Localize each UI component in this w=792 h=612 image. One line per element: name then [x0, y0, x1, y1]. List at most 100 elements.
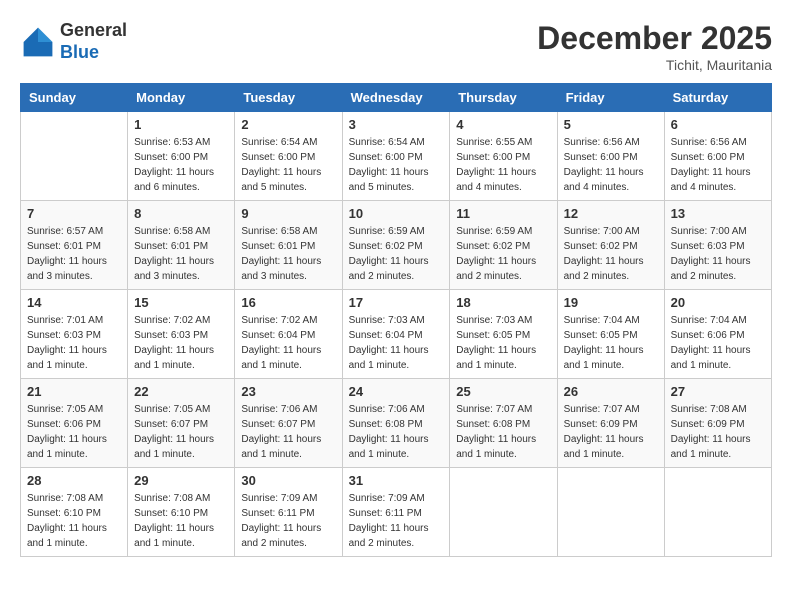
location: Tichit, Mauritania — [537, 57, 772, 73]
calendar-cell — [664, 468, 771, 557]
calendar-cell: 14 Sunrise: 7:01 AM Sunset: 6:03 PM Dayli… — [21, 290, 128, 379]
calendar-header-row: SundayMondayTuesdayWednesdayThursdayFrid… — [21, 84, 772, 112]
day-info: Sunrise: 6:58 AM Sunset: 6:01 PM Dayligh… — [134, 224, 228, 284]
title-block: December 2025 Tichit, Mauritania — [537, 20, 772, 73]
calendar-header-wednesday: Wednesday — [342, 84, 450, 112]
calendar-cell: 24 Sunrise: 7:06 AM Sunset: 6:08 PM Dayli… — [342, 379, 450, 468]
day-number: 29 — [134, 473, 228, 488]
day-info: Sunrise: 6:53 AM Sunset: 6:00 PM Dayligh… — [134, 135, 228, 195]
calendar-cell: 30 Sunrise: 7:09 AM Sunset: 6:11 PM Dayli… — [235, 468, 342, 557]
day-info: Sunrise: 6:56 AM Sunset: 6:00 PM Dayligh… — [564, 135, 658, 195]
day-number: 5 — [564, 117, 658, 132]
calendar-cell: 21Sunrise: 7:05 AM Sunset: 6:06 PM Dayli… — [21, 379, 128, 468]
calendar-cell: 29 Sunrise: 7:08 AM Sunset: 6:10 PM Dayli… — [128, 468, 235, 557]
day-info: Sunrise: 7:02 AM Sunset: 6:04 PM Dayligh… — [241, 313, 335, 373]
day-info: Sunrise: 6:59 AM Sunset: 6:02 PM Dayligh… — [456, 224, 550, 284]
day-number: 26 — [564, 384, 658, 399]
month-title: December 2025 — [537, 20, 772, 57]
calendar-cell: 3Sunrise: 6:54 AM Sunset: 6:00 PM Daylig… — [342, 112, 450, 201]
calendar-cell: 31Sunrise: 7:09 AM Sunset: 6:11 PM Dayli… — [342, 468, 450, 557]
day-info: Sunrise: 6:54 AM Sunset: 6:00 PM Dayligh… — [349, 135, 444, 195]
day-info: Sunrise: 7:04 AM Sunset: 6:05 PM Dayligh… — [564, 313, 658, 373]
calendar-table: SundayMondayTuesdayWednesdayThursdayFrid… — [20, 83, 772, 557]
day-number: 20 — [671, 295, 765, 310]
day-info: Sunrise: 7:03 AM Sunset: 6:05 PM Dayligh… — [456, 313, 550, 373]
day-info: Sunrise: 6:59 AM Sunset: 6:02 PM Dayligh… — [349, 224, 444, 284]
day-info: Sunrise: 7:09 AM Sunset: 6:11 PM Dayligh… — [241, 491, 335, 551]
day-info: Sunrise: 7:09 AM Sunset: 6:11 PM Dayligh… — [349, 491, 444, 551]
calendar-week-3: 14 Sunrise: 7:01 AM Sunset: 6:03 PM Dayli… — [21, 290, 772, 379]
calendar-cell: 4 Sunrise: 6:55 AM Sunset: 6:00 PM Daylig… — [450, 112, 557, 201]
day-number: 9 — [241, 206, 335, 221]
day-number: 2 — [241, 117, 335, 132]
calendar-cell: 22 Sunrise: 7:05 AM Sunset: 6:07 PM Dayli… — [128, 379, 235, 468]
day-number: 13 — [671, 206, 765, 221]
calendar-header-tuesday: Tuesday — [235, 84, 342, 112]
day-info: Sunrise: 7:03 AM Sunset: 6:04 PM Dayligh… — [349, 313, 444, 373]
day-info: Sunrise: 7:00 AM Sunset: 6:03 PM Dayligh… — [671, 224, 765, 284]
day-info: Sunrise: 6:54 AM Sunset: 6:00 PM Dayligh… — [241, 135, 335, 195]
calendar-cell — [557, 468, 664, 557]
day-number: 14 — [27, 295, 121, 310]
day-info: Sunrise: 7:06 AM Sunset: 6:08 PM Dayligh… — [349, 402, 444, 462]
day-number: 1 — [134, 117, 228, 132]
calendar-cell: 9 Sunrise: 6:58 AM Sunset: 6:01 PM Daylig… — [235, 201, 342, 290]
day-number: 11 — [456, 206, 550, 221]
day-info: Sunrise: 7:08 AM Sunset: 6:09 PM Dayligh… — [671, 402, 765, 462]
calendar-cell: 7 Sunrise: 6:57 AM Sunset: 6:01 PM Daylig… — [21, 201, 128, 290]
calendar-cell: 15 Sunrise: 7:02 AM Sunset: 6:03 PM Dayli… — [128, 290, 235, 379]
calendar-cell: 5 Sunrise: 6:56 AM Sunset: 6:00 PM Daylig… — [557, 112, 664, 201]
calendar-cell: 12Sunrise: 7:00 AM Sunset: 6:02 PM Dayli… — [557, 201, 664, 290]
calendar-header-sunday: Sunday — [21, 84, 128, 112]
day-info: Sunrise: 7:07 AM Sunset: 6:09 PM Dayligh… — [564, 402, 658, 462]
day-number: 19 — [564, 295, 658, 310]
calendar-cell: 10Sunrise: 6:59 AM Sunset: 6:02 PM Dayli… — [342, 201, 450, 290]
day-number: 15 — [134, 295, 228, 310]
day-number: 18 — [456, 295, 550, 310]
day-info: Sunrise: 7:05 AM Sunset: 6:07 PM Dayligh… — [134, 402, 228, 462]
calendar-header-thursday: Thursday — [450, 84, 557, 112]
day-number: 30 — [241, 473, 335, 488]
day-info: Sunrise: 7:07 AM Sunset: 6:08 PM Dayligh… — [456, 402, 550, 462]
day-number: 21 — [27, 384, 121, 399]
day-number: 4 — [456, 117, 550, 132]
calendar-cell: 1 Sunrise: 6:53 AM Sunset: 6:00 PM Daylig… — [128, 112, 235, 201]
day-number: 23 — [241, 384, 335, 399]
calendar-header-monday: Monday — [128, 84, 235, 112]
day-number: 25 — [456, 384, 550, 399]
day-number: 22 — [134, 384, 228, 399]
calendar-cell: 23 Sunrise: 7:06 AM Sunset: 6:07 PM Dayli… — [235, 379, 342, 468]
calendar-cell: 2 Sunrise: 6:54 AM Sunset: 6:00 PM Daylig… — [235, 112, 342, 201]
day-number: 12 — [564, 206, 658, 221]
calendar-week-2: 7 Sunrise: 6:57 AM Sunset: 6:01 PM Daylig… — [21, 201, 772, 290]
calendar-cell: 20 Sunrise: 7:04 AM Sunset: 6:06 PM Dayli… — [664, 290, 771, 379]
day-number: 28 — [27, 473, 121, 488]
calendar-cell: 8 Sunrise: 6:58 AM Sunset: 6:01 PM Daylig… — [128, 201, 235, 290]
day-number: 17 — [349, 295, 444, 310]
day-info: Sunrise: 7:02 AM Sunset: 6:03 PM Dayligh… — [134, 313, 228, 373]
day-info: Sunrise: 6:57 AM Sunset: 6:01 PM Dayligh… — [27, 224, 121, 284]
day-info: Sunrise: 7:08 AM Sunset: 6:10 PM Dayligh… — [134, 491, 228, 551]
day-number: 24 — [349, 384, 444, 399]
day-info: Sunrise: 6:56 AM Sunset: 6:00 PM Dayligh… — [671, 135, 765, 195]
calendar-cell: 25 Sunrise: 7:07 AM Sunset: 6:08 PM Dayli… — [450, 379, 557, 468]
day-number: 8 — [134, 206, 228, 221]
day-info: Sunrise: 7:04 AM Sunset: 6:06 PM Dayligh… — [671, 313, 765, 373]
day-number: 27 — [671, 384, 765, 399]
calendar-cell: 17 Sunrise: 7:03 AM Sunset: 6:04 PM Dayli… — [342, 290, 450, 379]
calendar-header-friday: Friday — [557, 84, 664, 112]
day-info: Sunrise: 7:01 AM Sunset: 6:03 PM Dayligh… — [27, 313, 121, 373]
day-number: 7 — [27, 206, 121, 221]
day-info: Sunrise: 7:08 AM Sunset: 6:10 PM Dayligh… — [27, 491, 121, 551]
logo-text: General Blue — [60, 20, 127, 63]
day-number: 16 — [241, 295, 335, 310]
calendar-cell: 16 Sunrise: 7:02 AM Sunset: 6:04 PM Dayli… — [235, 290, 342, 379]
calendar-cell: 26 Sunrise: 7:07 AM Sunset: 6:09 PM Dayli… — [557, 379, 664, 468]
day-info: Sunrise: 6:58 AM Sunset: 6:01 PM Dayligh… — [241, 224, 335, 284]
calendar-cell — [450, 468, 557, 557]
calendar-cell: 13 Sunrise: 7:00 AM Sunset: 6:03 PM Dayli… — [664, 201, 771, 290]
day-info: Sunrise: 7:06 AM Sunset: 6:07 PM Dayligh… — [241, 402, 335, 462]
day-info: Sunrise: 6:55 AM Sunset: 6:00 PM Dayligh… — [456, 135, 550, 195]
calendar-header-saturday: Saturday — [664, 84, 771, 112]
calendar-cell: 6Sunrise: 6:56 AM Sunset: 6:00 PM Daylig… — [664, 112, 771, 201]
